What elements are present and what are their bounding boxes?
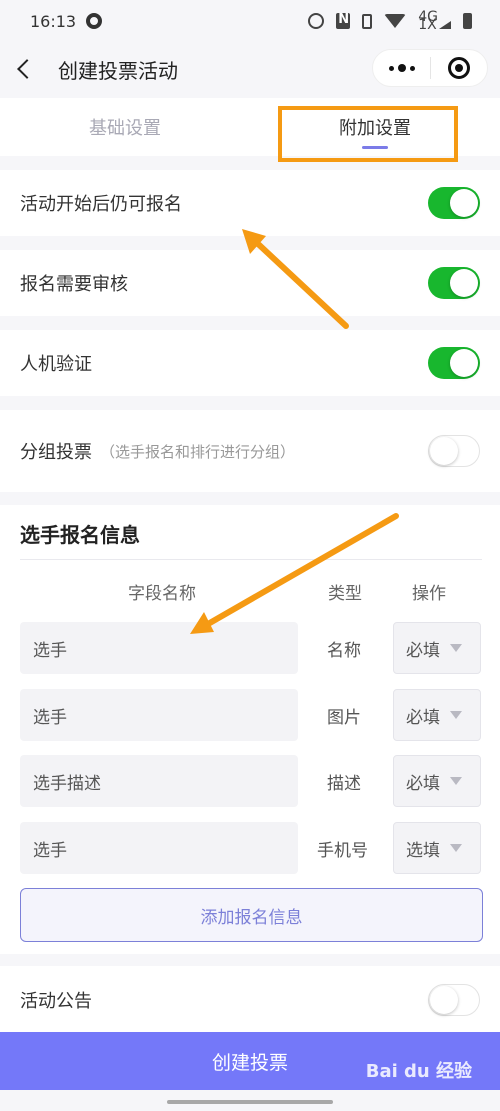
caret-down-icon [450, 711, 462, 719]
field-row: 选手描述 描述 必填 [0, 755, 500, 807]
section-title: 选手报名信息 [20, 523, 140, 547]
signal-icon: 4G 1X [418, 10, 451, 33]
caret-down-icon [450, 644, 462, 652]
column-header-type: 类型 [328, 584, 362, 604]
more-dots-icon[interactable] [373, 64, 430, 72]
status-icons: 4G 1X [308, 10, 472, 33]
caret-down-icon [450, 777, 462, 785]
tab-basic-settings[interactable]: 基础设置 [0, 98, 250, 156]
setting-hint: （选手报名和排行进行分组） [100, 442, 296, 461]
setting-label: 报名需要审核 [20, 274, 128, 295]
nav-bar: 创建投票活动 [0, 42, 500, 96]
page-title: 创建投票活动 [58, 58, 178, 83]
column-header-action: 操作 [412, 584, 446, 604]
requirement-select[interactable]: 必填 [393, 622, 481, 674]
field-name-input[interactable]: 选手 [20, 622, 298, 674]
requirement-value: 必填 [406, 707, 440, 728]
setting-row-allow-signup-after-start: 活动开始后仍可报名 [0, 170, 500, 236]
target-circle-icon[interactable] [431, 57, 487, 79]
mini-program-capsule [372, 49, 488, 87]
field-name-input[interactable]: 选手 [20, 689, 298, 741]
tab-additional-settings[interactable]: 附加设置 [250, 98, 500, 156]
field-row: 选手 图片 必填 [0, 689, 500, 741]
field-name-input[interactable]: 选手 [20, 822, 298, 874]
requirement-value: 选填 [406, 840, 440, 861]
tab-label: 基础设置 [89, 118, 161, 139]
wifi-icon [384, 14, 407, 28]
tab-label: 附加设置 [339, 118, 411, 139]
signup-info-section: 选手报名信息 字段名称 类型 操作 选手 名称 必填 选手 图片 必填 选手描述… [0, 505, 500, 954]
field-type: 图片 [327, 707, 361, 728]
baidu-watermark: Bai du 经验 [365, 1061, 472, 1082]
status-time: 16:13 [30, 11, 77, 31]
requirement-value: 必填 [406, 773, 440, 794]
setting-row-announcement: 活动公告 [0, 966, 500, 1034]
nfc-icon [336, 12, 351, 29]
setting-label: 人机验证 [20, 354, 92, 375]
requirement-select[interactable]: 必填 [393, 689, 481, 741]
setting-row-captcha: 人机验证 [0, 330, 500, 396]
field-type: 名称 [327, 640, 361, 661]
field-row: 选手 手机号 选填 [0, 822, 500, 874]
setting-label: 活动开始后仍可报名 [20, 194, 182, 215]
requirement-select[interactable]: 选填 [393, 822, 481, 874]
toggle-switch[interactable] [428, 187, 480, 219]
caret-down-icon [450, 844, 462, 852]
qq-icon [86, 13, 103, 29]
toggle-switch[interactable] [428, 435, 480, 467]
setting-label: 活动公告 [20, 991, 92, 1012]
toggle-switch[interactable] [428, 347, 480, 379]
requirement-value: 必填 [406, 640, 440, 661]
battery-icon [463, 13, 472, 29]
tab-active-indicator [362, 146, 388, 149]
column-header-field-name: 字段名称 [128, 584, 196, 604]
setting-row-group-voting: 分组投票 （选手报名和排行进行分组） [0, 410, 500, 492]
field-name-input[interactable]: 选手描述 [20, 755, 298, 807]
requirement-select[interactable]: 必填 [393, 755, 481, 807]
add-signup-info-button[interactable]: 添加报名信息 [20, 888, 483, 942]
chevron-left-icon[interactable] [17, 59, 37, 79]
field-type: 描述 [327, 773, 361, 794]
field-row: 选手 名称 必填 [0, 622, 500, 674]
setting-label: 分组投票 [20, 442, 92, 463]
setting-row-signup-review: 报名需要审核 [0, 250, 500, 316]
toggle-switch[interactable] [428, 984, 480, 1016]
alarm-icon [308, 13, 325, 29]
section-divider [20, 559, 482, 560]
status-bar: 16:13 4G 1X [0, 0, 500, 42]
tab-bar: 基础设置 附加设置 [0, 98, 500, 156]
vibrate-icon [362, 13, 373, 29]
field-type: 手机号 [317, 840, 368, 861]
toggle-switch[interactable] [428, 267, 480, 299]
network-bottom: 1X [418, 17, 437, 33]
home-indicator[interactable] [167, 1100, 333, 1104]
